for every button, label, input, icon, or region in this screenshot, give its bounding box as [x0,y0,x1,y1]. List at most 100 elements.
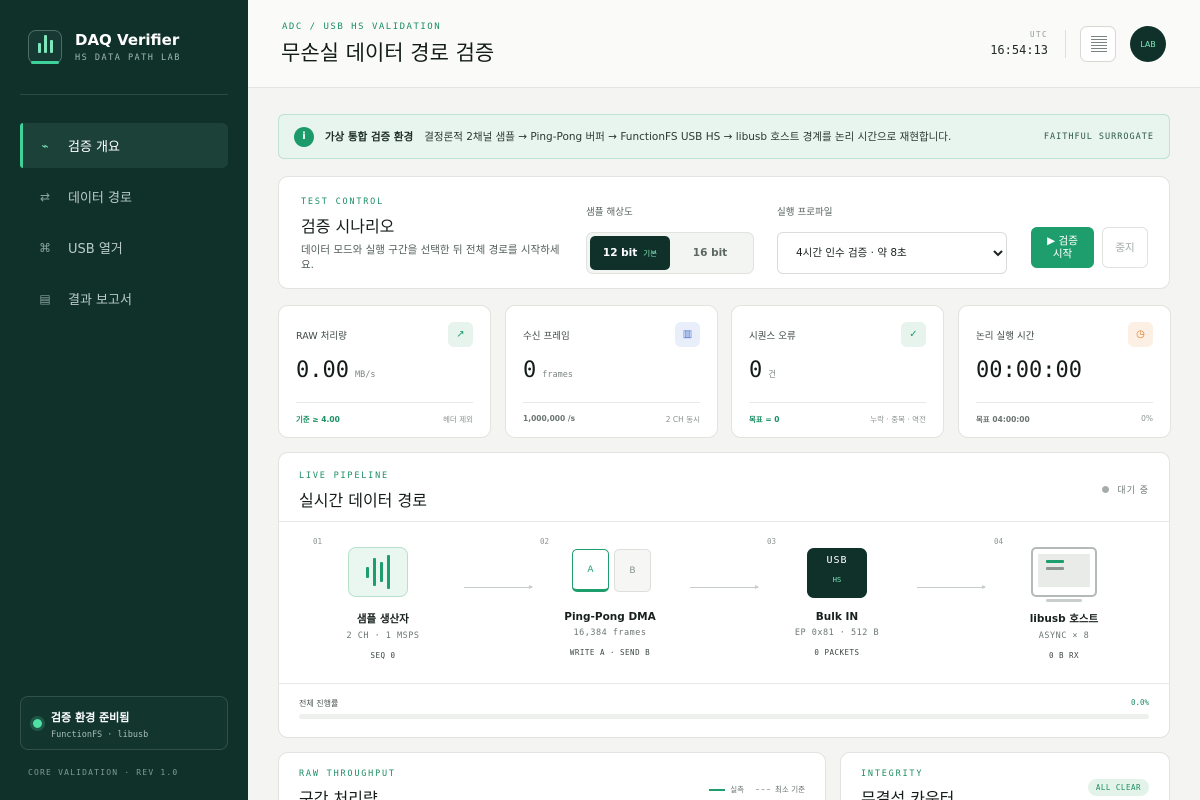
sidebar-divider [20,94,228,95]
stage-number: 02 [540,537,550,546]
stage-meta: SEQ 0 [370,651,396,660]
progress-bar [299,714,1149,719]
profile-control: 실행 프로파일 4시간 인수 검증 · 약 8초 [777,204,1007,274]
resolution-16bit-button[interactable]: 16 bit [670,236,750,270]
stop-button[interactable]: 중지 [1102,227,1148,268]
stat-note: 헤더 제외 [443,415,473,424]
legend-actual: 실측 [730,785,745,794]
progress-label: 전체 진행률 [299,699,339,708]
stat-number: 0 [523,358,537,383]
sidebar-item-usb-enum[interactable]: ⌘ USB 열거 [20,225,228,270]
resolution-segmented: 12 bit 기본 16 bit [586,232,754,274]
stage-number: 03 [767,537,777,546]
resolution-12bit-label: 12 bit [602,247,638,259]
sidebar-item-data-path[interactable]: ⇄ 데이터 경로 [20,174,228,219]
profile-select[interactable]: 4시간 인수 검증 · 약 8초 [777,232,1007,274]
stage-number: 01 [313,537,323,546]
pipeline-divider [279,683,1169,684]
avatar[interactable]: LAB [1130,26,1166,62]
stage-meta: 0 B RX [1048,651,1080,660]
waveform-icon [348,547,408,597]
start-validation-button[interactable]: ▶ 검증 시작 [1031,227,1094,268]
stage-name: Bulk IN [815,611,859,623]
sidebar-item-label: USB 열거 [68,242,123,257]
monitor-icon [1031,547,1097,597]
header-separator [1065,30,1066,58]
stat-note: 2 CH 동시 [665,415,700,424]
environment-title: 검증 환경 준비됨 [51,711,130,724]
status-badge: ALL CLEAR [1087,779,1149,796]
banner-tag: FAITHFUL SURROGATE [1043,132,1154,142]
control-eyebrow: TEST CONTROL [301,197,385,207]
arrow-right-icon [917,585,986,589]
sidebar-item-report[interactable]: ▤ 결과 보고서 [20,276,228,321]
monitor-stand [1046,599,1082,602]
pipeline-eyebrow: LIVE PIPELINE [299,471,389,481]
throughput-eyebrow: RAW THROUGHPUT [299,769,396,779]
stage-name: 샘플 생산자 [357,613,409,625]
stage-producer: 01 샘플 생산자 2 CH · 1 MSPS SEQ 0 [313,533,453,660]
stage-name: Ping-Pong DMA [564,611,656,623]
frames-icon: ▥ [675,322,700,347]
sidebar-item-label: 검증 개요 [68,140,120,155]
page-title: 무손실 데이터 경로 검증 [281,41,495,65]
resolution-control: 샘플 해상도 12 bit 기본 16 bit [586,204,754,274]
buffer-b: B [614,549,651,592]
stat-target: 목표 04:00:00 [976,415,1030,424]
stat-value: 00:00:00 [976,358,1088,383]
main-content: i 가상 통합 검증 환경 결정론적 2채널 샘플 → Ping-Pong 버퍼… [278,114,1171,800]
stat-card-runtime: 논리 실행 시간 ◷ 00:00:00 목표 04:00:00 0% [958,305,1171,438]
stage-bulk-in: 03 USB HS Bulk IN EP 0x81 · 512 B 0 PACK… [767,533,907,657]
integrity-eyebrow: INTEGRITY [861,769,924,779]
stage-meta: WRITE A · SEND B [569,648,651,657]
stat-note: 0% [1141,414,1153,423]
stage-number: 04 [994,537,1004,546]
stat-label: RAW 처리량 [296,331,347,342]
report-icon: ▤ [39,291,51,306]
info-banner: i 가상 통합 검증 환경 결정론적 2채널 샘플 → Ping-Pong 버퍼… [278,114,1170,159]
stat-divider [296,402,473,403]
document-button[interactable] [1080,26,1116,62]
stat-target: 목표 = 0 [749,415,780,424]
stat-unit: frames [542,370,573,380]
test-control-card: TEST CONTROL 검증 시나리오 데이터 모드와 실행 구간을 선택한 … [278,176,1170,289]
profile-label: 실행 프로파일 [777,207,833,218]
waveform-logo-icon [28,30,62,64]
pulse-icon: ⌁ [41,138,49,153]
pipeline-divider [279,521,1169,522]
stat-target: 기준 ≥ 4.00 [296,415,340,424]
sidebar-footer: CORE VALIDATION · REV 1.0 [28,768,179,777]
stat-label: 논리 실행 시간 [976,331,1035,342]
command-icon: ⌘ [39,240,51,255]
check-icon: ✓ [901,322,926,347]
throughput-card: RAW THROUGHPUT 구간 처리량 실측 최소 기준 [278,752,826,800]
utc-label: UTC [1029,30,1048,39]
environment-status: 검증 환경 준비됨 FunctionFS · libusb [20,696,228,750]
control-description: 데이터 모드와 실행 구간을 선택한 뒤 전체 경로를 시작하세요. [301,244,560,271]
stat-number: 0 [749,358,763,383]
resolution-12bit-button[interactable]: 12 bit 기본 [590,236,670,270]
arrow-right-icon [464,585,533,589]
stat-unit: MB/s [354,370,376,380]
stat-divider [976,402,1153,403]
stat-value: 0 frames [523,358,573,383]
legend-actual-swatch [709,788,726,791]
pipeline-status-text: 대기 중 [1117,486,1149,496]
progress-percent: 0.0% [1130,698,1149,707]
status-dot-icon [33,719,42,728]
brand-title: DAQ Verifier [75,31,180,49]
brand: DAQ Verifier HS DATA PATH LAB [28,30,181,64]
stat-number: 00:00:00 [976,358,1082,383]
buffer-a: A [572,549,609,592]
sidebar-nav: ⌁ 검증 개요 ⇄ 데이터 경로 ⌘ USB 열거 ▤ 결과 보고서 [20,123,228,327]
sidebar-item-overview[interactable]: ⌁ 검증 개요 [20,123,228,168]
stat-unit: 건 [768,370,777,380]
stat-value: 0건 [749,358,776,383]
banner-text: 결정론적 2채널 샘플 → Ping-Pong 버퍼 → FunctionFS … [424,131,952,143]
pipeline-title: 실시간 데이터 경로 [299,491,427,510]
pipeline-status: 대기 중 [1102,483,1149,496]
banner-title: 가상 통합 검증 환경 [325,131,414,143]
stat-card-sequence-errors: 시퀀스 오류 ✓ 0건 목표 = 0 누락 · 중복 · 역전 [731,305,944,438]
control-title: 검증 시나리오 [301,217,395,236]
stat-divider [523,402,700,403]
